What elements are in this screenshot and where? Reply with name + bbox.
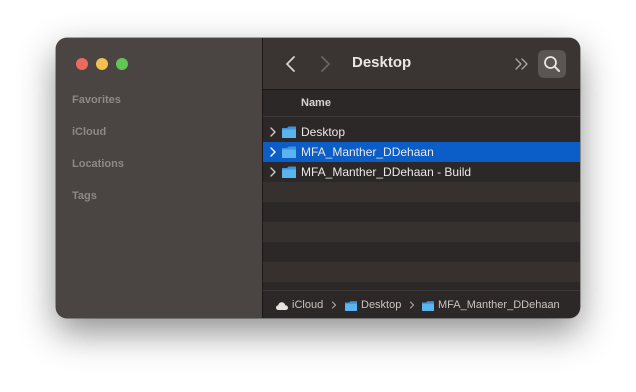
forward-button[interactable] (315, 53, 335, 75)
list-item-label: MFA_Manther_DDehaan (301, 145, 434, 159)
path-separator-icon (331, 301, 337, 309)
folder-icon (282, 166, 296, 178)
list-item[interactable]: MFA_Manther_DDehaan (263, 142, 580, 162)
window-title: Desktop (352, 54, 412, 71)
path-bar: iCloud Desktop MFA_Manther_DDehaan (263, 290, 580, 318)
chevron-left-icon (286, 56, 295, 72)
double-chevron-right-icon (515, 58, 528, 70)
list-item-label: MFA_Manther_DDehaan - Build (301, 165, 472, 179)
sidebar-section-icloud[interactable]: iCloud (72, 126, 106, 138)
toolbar-overflow-button[interactable] (513, 53, 531, 75)
sidebar: Favorites iCloud Locations Tags (56, 38, 263, 318)
back-button[interactable] (281, 53, 301, 75)
folder-icon (282, 126, 296, 138)
empty-row (263, 242, 580, 262)
sidebar-section-favorites[interactable]: Favorites (72, 94, 121, 106)
disclosure-chevron-icon[interactable] (269, 166, 277, 178)
list-item[interactable]: Desktop (263, 122, 580, 142)
file-list: Desktop MFA_Manther_DDehaan MFA_Manther_… (263, 122, 580, 282)
chevron-right-icon (321, 56, 330, 72)
empty-row (263, 222, 580, 242)
list-item[interactable]: MFA_Manther_DDehaan - Build (263, 162, 580, 182)
folder-icon (282, 146, 296, 158)
sidebar-section-tags[interactable]: Tags (72, 190, 97, 202)
name-column-header[interactable]: Name (301, 97, 331, 109)
folder-icon (422, 301, 434, 311)
sidebar-section-locations[interactable]: Locations (72, 158, 124, 170)
maximize-window-button[interactable] (116, 58, 128, 70)
disclosure-chevron-icon[interactable] (269, 126, 277, 138)
path-crumb-label: MFA_Manther_DDehaan (438, 299, 560, 311)
main-content: Desktop Name Desktop MFA_Manther_DDehaan… (263, 38, 580, 318)
finder-window: Favorites iCloud Locations Tags Desktop (56, 38, 580, 318)
desktop-background: Favorites iCloud Locations Tags Desktop (0, 0, 636, 392)
folder-icon (345, 301, 357, 311)
empty-row (263, 182, 580, 202)
empty-row (263, 262, 580, 282)
path-separator-icon (409, 301, 415, 309)
disclosure-chevron-icon[interactable] (269, 146, 277, 158)
path-crumb-label: iCloud (292, 299, 324, 311)
path-crumb-label: Desktop (361, 299, 402, 311)
list-column-header: Name (263, 90, 580, 117)
search-button[interactable] (538, 50, 566, 78)
minimize-window-button[interactable] (96, 58, 108, 70)
close-window-button[interactable] (76, 58, 88, 70)
empty-row (263, 202, 580, 222)
search-icon (544, 56, 560, 72)
list-item-label: Desktop (301, 125, 346, 139)
toolbar: Desktop (263, 38, 580, 90)
cloud-icon (276, 302, 288, 310)
